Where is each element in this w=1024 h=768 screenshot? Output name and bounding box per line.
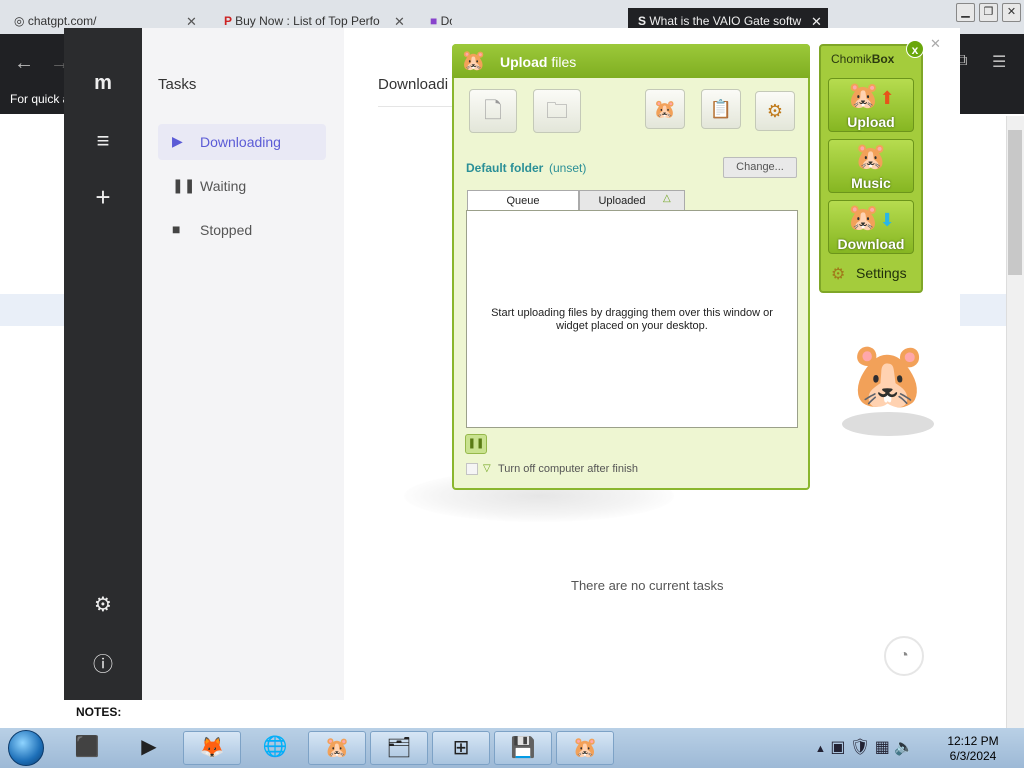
gear-icon: ⚙ (831, 266, 846, 283)
page-title: Downloadi (378, 76, 449, 93)
hamster-icon: 🐹 (653, 99, 677, 119)
security-shield-icon[interactable]: 🛡 (850, 739, 870, 756)
queue-empty-message: Start uploading files by dragging them o… (491, 307, 773, 332)
taskbar-chomikbox-upload[interactable]: 🐹 (556, 731, 614, 765)
folder-icon: 🗂 (386, 737, 412, 759)
taskbar-globe[interactable]: 🌐 (246, 731, 304, 765)
system-clock[interactable]: 12:12 PM 6/3/2024 (944, 734, 1002, 764)
hamster-upload-icon: 🐹 (572, 737, 598, 759)
widget-upload-label: Upload (847, 114, 895, 130)
default-folder-label: Default folder (466, 161, 544, 175)
pause-icon: ❚❚ (172, 177, 196, 193)
firefox-icon: 🦊 (199, 737, 225, 759)
clipboard-button[interactable]: 📋 (701, 89, 741, 129)
clock-time: 12:12 PM (947, 734, 999, 748)
taskbar-media-player[interactable]: ▶ (120, 731, 178, 765)
hamster-upload-icon: 🐹 (461, 50, 486, 72)
shutdown-checkbox[interactable] (466, 463, 478, 475)
add-file-button[interactable]: 🗋 (469, 89, 517, 133)
title-divider (378, 106, 458, 107)
shutdown-label: Turn off computer after finish (498, 463, 639, 475)
widget-title: ChomikBox (831, 52, 895, 66)
add-folder-icon: 🗀 (545, 98, 568, 123)
add-file-icon: 🗋 (484, 98, 502, 123)
windows-logo-icon: ⊞ (452, 737, 470, 759)
system-tray: ▲ ▣ 🛡 ▦ 🔈 (815, 731, 940, 765)
settings-button[interactable]: ⚙ (755, 91, 795, 131)
upload-window-title: Upload files (500, 54, 577, 70)
tray-app-icon[interactable]: ▣ (830, 739, 845, 756)
terminal-icon: ⬛ (74, 736, 100, 758)
triangle-up-icon: △ (663, 193, 671, 204)
widget-music-label: Music (851, 175, 891, 191)
add-task-icon[interactable]: + (64, 182, 142, 213)
pause-queue-button[interactable]: ❚❚ (465, 434, 487, 454)
tasks-title: Tasks (158, 76, 197, 93)
network-icon[interactable]: ▦ (875, 739, 890, 756)
p-icon: P (224, 14, 236, 28)
widget-settings-button[interactable]: Settings (856, 265, 907, 281)
start-button[interactable] (8, 730, 44, 766)
chatgpt-icon: ◎ (14, 14, 28, 28)
floppy-icon: 💾 (510, 737, 536, 759)
tray-expand-icon[interactable]: ▲ (815, 743, 826, 755)
nav-stopped[interactable]: Stopped (158, 212, 326, 248)
preferences-icon[interactable]: ⚙ (64, 592, 142, 617)
hamster-button[interactable]: 🐹 (645, 89, 685, 129)
close-window-button[interactable]: ✕ (1002, 3, 1021, 22)
clock-date: 6/3/2024 (949, 749, 997, 763)
close-icon[interactable]: ✕ (930, 36, 941, 52)
widget-download-label: Download (837, 236, 905, 252)
document-icon: ■ (430, 14, 441, 28)
menu-icon[interactable]: ☰ (992, 52, 1006, 72)
maximize-button[interactable]: ❐ (979, 3, 998, 22)
taskbar-app[interactable]: 💾 (494, 731, 552, 765)
quick-access-text: For quick a (10, 92, 70, 106)
pause-icon: ❚❚ (467, 438, 485, 449)
empty-state-text: There are no current tasks (571, 578, 724, 593)
hamster-headphones-icon: 🐹 (854, 141, 888, 171)
hamster-upload-icon: 🐹⬆ (847, 80, 895, 110)
globe-icon: 🌐 (262, 736, 288, 758)
play-icon: ▶ (172, 133, 183, 149)
stop-icon: ■ (172, 221, 181, 237)
widget-close-button[interactable]: x (906, 40, 924, 58)
help-icon[interactable]: ⓘ (64, 648, 142, 677)
menu-list-icon[interactable]: ≡ (64, 128, 142, 154)
clipboard-icon: 📋 (709, 99, 733, 119)
minimize-button[interactable]: ▁ (956, 3, 975, 22)
default-folder-value: (unset) (549, 161, 587, 175)
nav-downloading[interactable]: Downloading (158, 124, 326, 160)
scrollbar-thumb[interactable] (1008, 130, 1022, 275)
taskbar-chomikbox[interactable]: 🐹 (308, 731, 366, 765)
tab-queue[interactable]: Queue (467, 190, 579, 211)
taskbar-firefox[interactable]: 🦊 (183, 731, 241, 765)
gear-icon: ⚙ (766, 101, 784, 121)
hamster-mascot-icon[interactable]: 🐹 (848, 338, 928, 413)
add-folder-button[interactable]: 🗀 (533, 89, 581, 133)
taskbar-explorer[interactable]: 🗂 (370, 731, 428, 765)
taskbar-terminal[interactable]: ⬛ (58, 731, 116, 765)
triangle-down-icon: ▽ (483, 463, 491, 474)
motrix-logo-icon: m (94, 72, 112, 94)
volume-icon[interactable]: 🔈 (894, 739, 914, 756)
hamster-icon: 🐹 (324, 737, 350, 759)
notes-label: NOTES: (76, 705, 122, 719)
close-icon: x (911, 43, 919, 57)
speedometer-icon[interactable]: ◔ (884, 636, 924, 676)
back-icon[interactable]: ← (14, 52, 34, 75)
change-folder-button[interactable]: Change... (723, 157, 797, 178)
taskbar-windows[interactable]: ⊞ (432, 731, 490, 765)
hamster-shadow (842, 412, 934, 436)
media-player-icon: ▶ (141, 736, 157, 758)
s-icon: S (638, 14, 650, 28)
hamster-download-icon: 🐹⬇ (847, 202, 895, 232)
